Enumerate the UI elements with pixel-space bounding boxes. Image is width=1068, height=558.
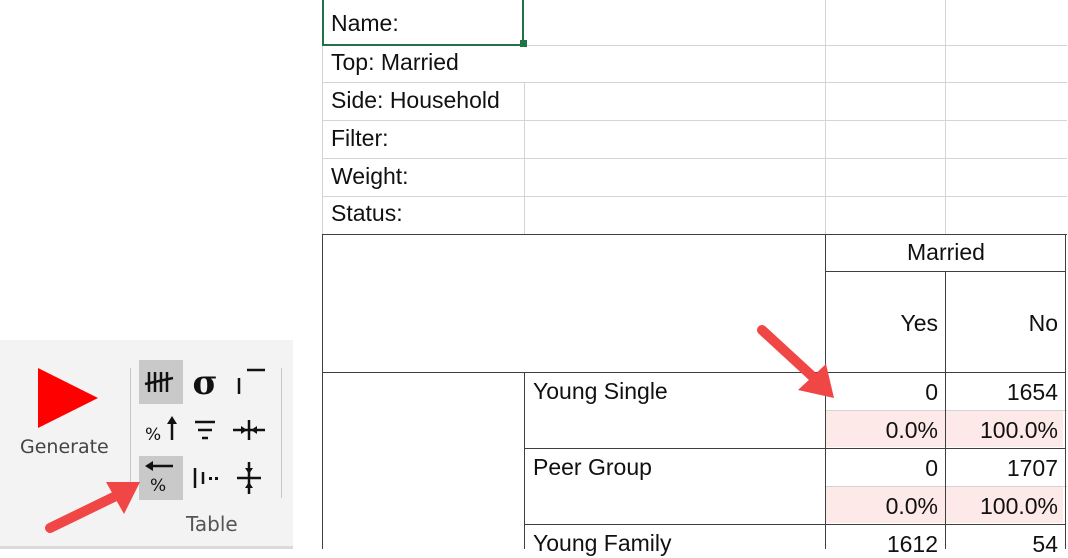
merge-horizontal-icon <box>233 420 265 440</box>
table-border <box>524 372 525 549</box>
top-header-cell[interactable]: Married <box>826 239 1066 266</box>
table-border <box>322 234 1067 235</box>
count-cell[interactable]: 54 <box>946 531 1058 558</box>
grid-line <box>322 158 1067 159</box>
row-label-cell[interactable]: Peer Group <box>533 454 652 481</box>
ribbon-separator <box>281 368 282 498</box>
table-border <box>524 448 1066 449</box>
cell-selection <box>322 0 324 45</box>
percent-cell[interactable]: 0.0% <box>826 493 938 520</box>
filter-button[interactable] <box>183 408 227 452</box>
column-header-no[interactable]: No <box>946 310 1058 337</box>
percent-up-button[interactable]: % <box>139 408 183 452</box>
grid-line <box>945 0 946 234</box>
fill-handle[interactable] <box>520 40 527 47</box>
generate-label: Generate <box>20 436 109 458</box>
meta-side-cell[interactable]: Side: Household <box>331 87 500 114</box>
grid-line <box>826 486 1067 487</box>
table-border <box>322 234 323 549</box>
count-cell[interactable]: 1707 <box>946 455 1058 482</box>
svg-text:%: % <box>145 425 161 445</box>
generate-button[interactable]: Generate <box>16 360 126 470</box>
merge-horizontal-button[interactable] <box>227 408 271 452</box>
grid-line <box>825 0 826 234</box>
meta-name-cell[interactable]: Name: <box>331 10 399 37</box>
meta-weight-cell[interactable]: Weight: <box>331 163 409 190</box>
columns-button[interactable] <box>183 456 227 500</box>
grid-line <box>826 410 1067 411</box>
merge-vertical-icon <box>237 462 261 494</box>
cell-selection <box>522 0 524 40</box>
bar-top-button[interactable] <box>227 360 271 404</box>
grid-line <box>322 196 1067 197</box>
merge-vertical-button[interactable] <box>227 456 271 500</box>
meta-top-cell[interactable]: Top: Married <box>331 49 459 76</box>
bar-top-icon <box>237 368 265 394</box>
pointer-arrow-icon <box>757 325 834 398</box>
svg-text:%: % <box>150 476 166 496</box>
grid-line <box>322 82 1067 83</box>
percent-up-icon: % <box>145 416 177 445</box>
count-cell[interactable]: 1612 <box>826 531 938 558</box>
svg-text:σ: σ <box>192 363 217 403</box>
ribbon-group-label: Table <box>186 512 238 536</box>
filter-icon <box>195 420 215 440</box>
grid-line <box>524 82 525 234</box>
percent-cell[interactable]: 0.0% <box>826 417 938 444</box>
table-border <box>524 524 1066 525</box>
tally-icon <box>144 372 174 392</box>
meta-filter-cell[interactable]: Filter: <box>331 125 389 152</box>
play-icon <box>38 368 98 428</box>
meta-status-cell[interactable]: Status: <box>331 200 403 227</box>
table-border <box>826 271 1066 272</box>
grid-line <box>322 120 1067 121</box>
cell-selection <box>322 44 523 46</box>
sigma-button[interactable]: σ <box>183 360 227 404</box>
table-border <box>1065 234 1066 549</box>
count-cell[interactable]: 0 <box>826 455 938 482</box>
percent-cell[interactable]: 100.0% <box>946 493 1058 520</box>
count-cell[interactable]: 1654 <box>946 379 1058 406</box>
row-label-cell[interactable]: Young Family <box>533 530 672 557</box>
percent-cell[interactable]: 100.0% <box>946 417 1058 444</box>
table-border <box>322 372 1066 373</box>
pointer-arrow-icon <box>45 482 140 533</box>
row-label-cell[interactable]: Young Single <box>533 378 668 405</box>
columns-icon <box>193 468 218 488</box>
tally-button[interactable] <box>139 360 183 404</box>
sigma-icon: σ <box>192 363 217 403</box>
